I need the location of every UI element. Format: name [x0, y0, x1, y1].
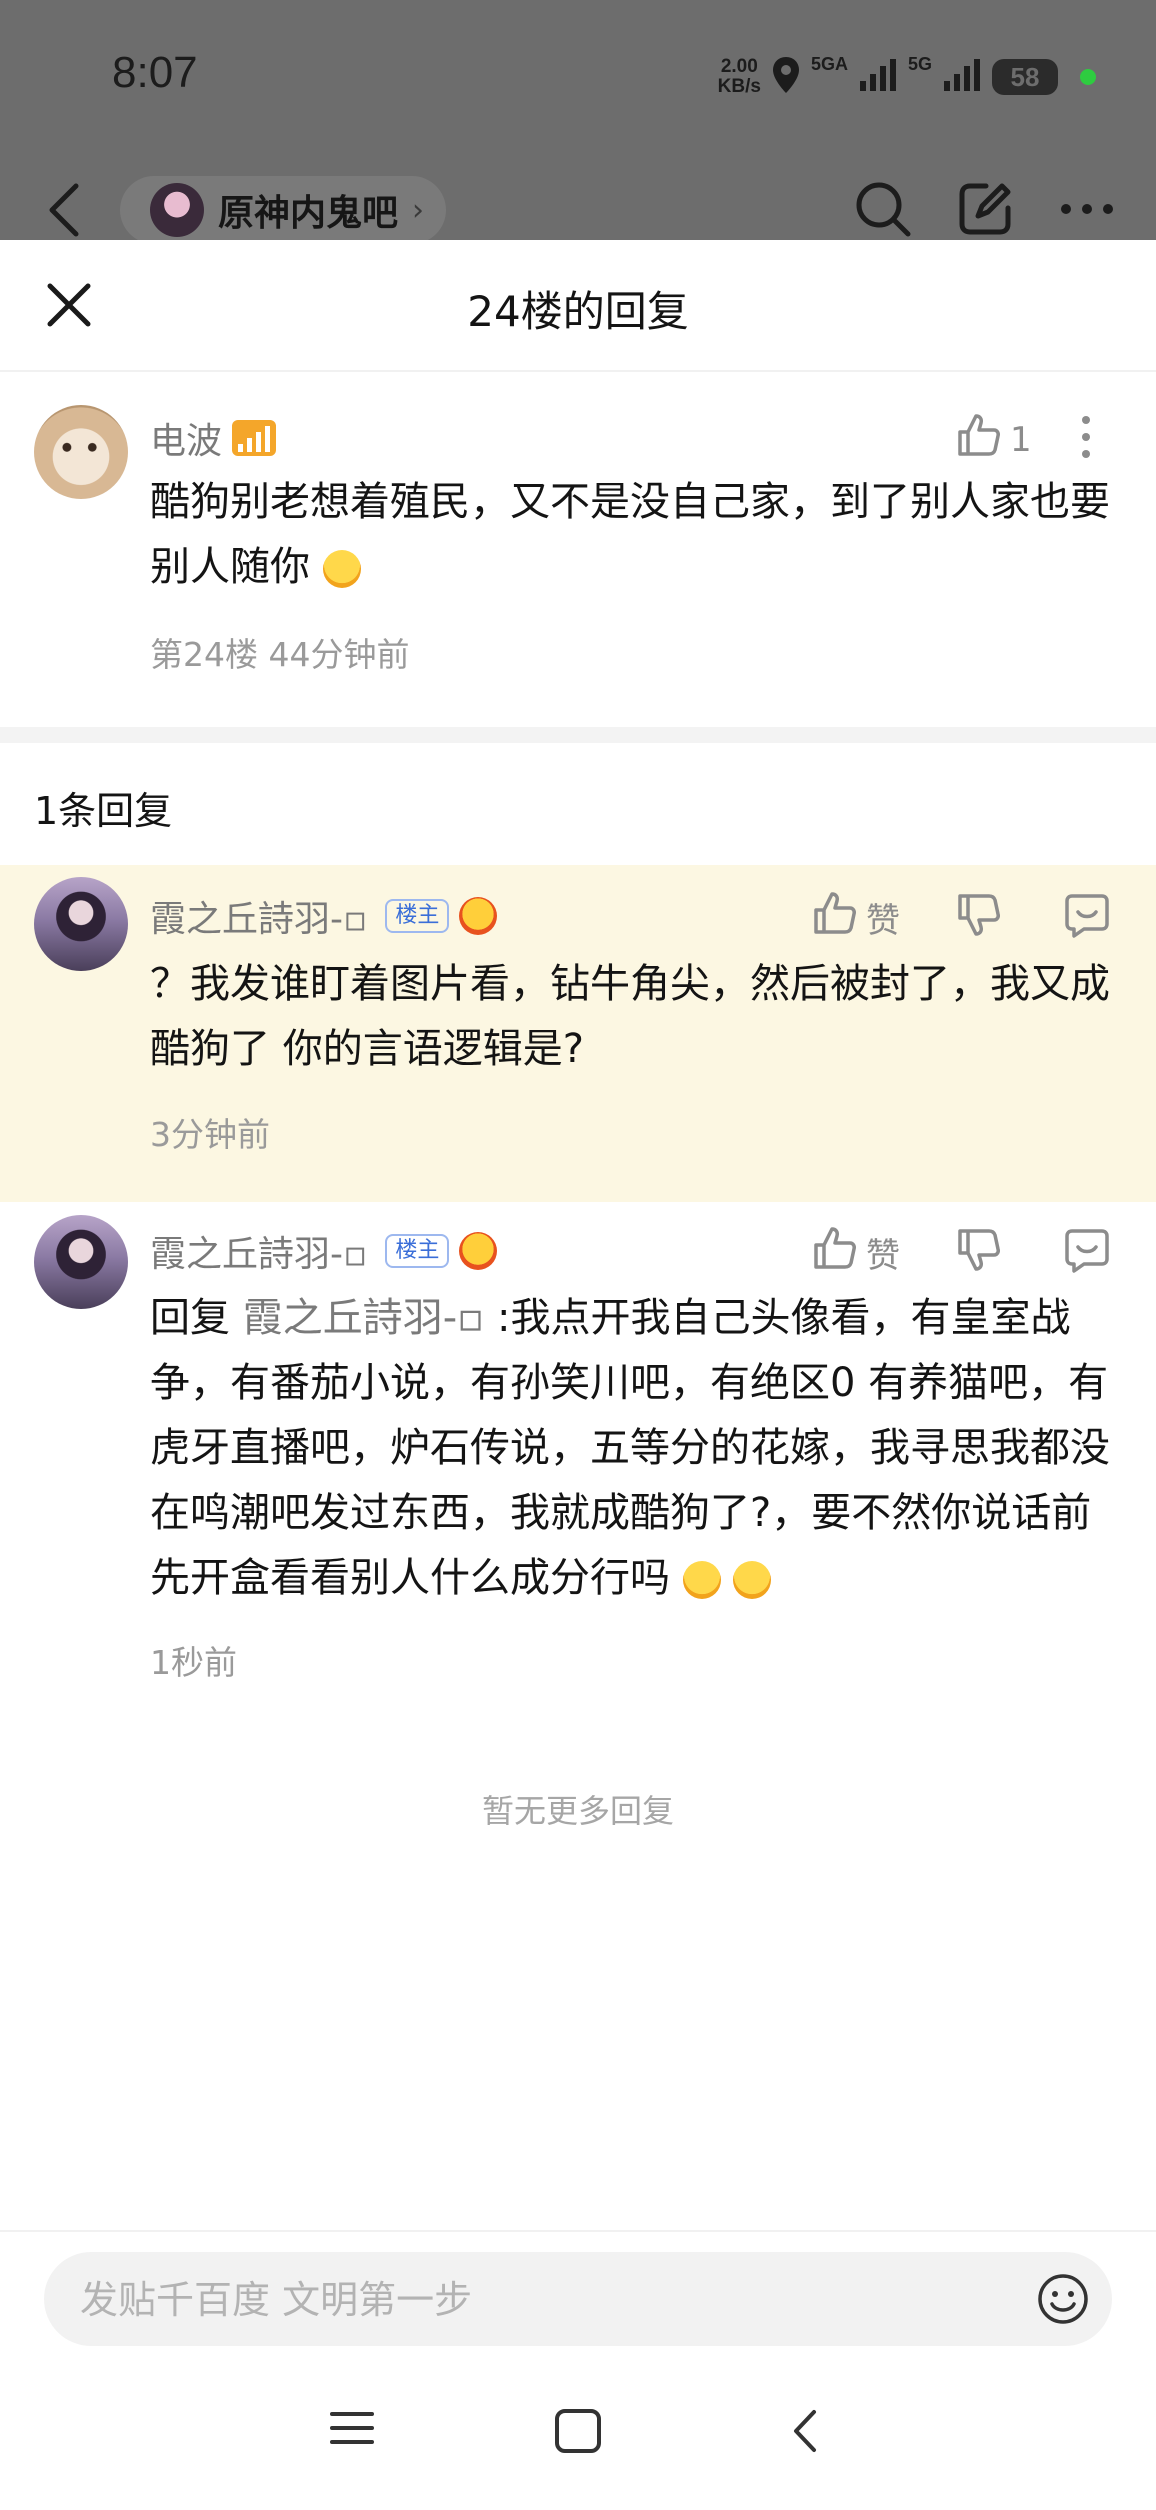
username[interactable]: 霞之丘詩羽-▫: [150, 890, 367, 942]
thumbs-down-icon[interactable]: [956, 1227, 1002, 1277]
back-icon[interactable]: [44, 180, 84, 244]
signal-strength-icon: [942, 57, 982, 97]
network-speed: 2.00 KB/s: [718, 57, 761, 97]
reply-time: 1秒前: [150, 1643, 237, 1682]
system-nav-bar: [0, 2360, 1156, 2510]
like-button[interactable]: 赞: [812, 1225, 900, 1280]
status-time: 8:07: [112, 48, 198, 97]
reply-content: 回复 霞之丘詩羽-▫ :我点开我自己头像看，有皇室战争，有番茄小说，有孙笑川吧，…: [150, 1286, 1130, 1611]
sweat-smile-emoji-icon: [322, 550, 361, 588]
post-content: 酷狗别老想着殖民，又不是没自己家，到了别人家也要别人随你: [150, 470, 1130, 600]
home-icon[interactable]: [554, 2408, 602, 2458]
thumbs-down-icon[interactable]: [956, 892, 1002, 942]
more-vertical-icon[interactable]: [1076, 414, 1096, 464]
reply-sheet: 24楼的回复 电波 1 酷狗别老想着殖民，又不是没自己家，到了别人家也要别人随你…: [0, 240, 1156, 2510]
background-page-overlay: 8:07 2.00 KB/s 5GA 5G 58 原神内鬼吧 ›: [0, 0, 1156, 244]
no-more-replies: 暂无更多回复: [481, 1792, 674, 1830]
menu-icon[interactable]: [330, 2408, 374, 2452]
smirk-emoji-icon: [733, 1561, 772, 1599]
edit-icon[interactable]: [956, 180, 1014, 242]
user-line: 霞之丘詩羽-▫ 楼主: [150, 890, 498, 942]
like-button[interactable]: 赞: [812, 890, 900, 945]
reply-time: 3分钟前: [150, 1115, 270, 1154]
like-count: 1: [1010, 419, 1032, 460]
signal2-label: 5G: [907, 54, 932, 74]
network-speed-value: 2.00: [720, 56, 758, 77]
username[interactable]: 电波: [150, 412, 222, 464]
host-badge: 楼主: [385, 899, 450, 933]
search-icon[interactable]: [854, 180, 912, 242]
avatar[interactable]: [34, 877, 128, 971]
avatar[interactable]: [34, 405, 128, 499]
like-label: 赞: [866, 901, 900, 941]
reply-count-label: 1条回复: [34, 789, 173, 833]
sheet-title: 24楼的回复: [467, 287, 689, 336]
signal-strength-icon: [858, 57, 898, 97]
status-indicators: 2.00 KB/s 5GA 5G 58: [718, 50, 1096, 104]
thumbs-up-icon: [812, 890, 858, 945]
emoji-icon[interactable]: [1036, 2272, 1090, 2330]
username[interactable]: 霞之丘詩羽-▫: [150, 1225, 367, 1277]
comment-input-bar: [0, 2230, 1156, 2372]
section-divider: [0, 727, 1156, 743]
comment-input[interactable]: [78, 2252, 982, 2348]
thumbs-up-icon: [812, 1225, 858, 1280]
more-options-icon[interactable]: [1058, 199, 1116, 223]
reply-bubble-icon[interactable]: [1064, 1227, 1110, 1277]
avatar[interactable]: [34, 1215, 128, 1309]
game-controller-badge-icon: [459, 897, 498, 935]
sweat-smile-emoji-icon: [682, 1561, 721, 1599]
privacy-dot-icon: [1080, 69, 1096, 85]
reply-content: ？我发谁盯着图片看，钻牛角尖，然后被封了，我又成酷狗了 你的言语逻辑是?: [150, 961, 1110, 1072]
forum-name: 原神内鬼吧: [218, 193, 399, 234]
network-speed-unit: KB/s: [717, 76, 761, 97]
nav-icons: [854, 180, 1116, 242]
battery-indicator: 58: [992, 59, 1058, 95]
reply-prefix: 回复: [150, 1295, 243, 1341]
signal-badge-icon: [232, 420, 277, 456]
host-badge: 楼主: [385, 1234, 450, 1268]
comment-input-pill[interactable]: [44, 2252, 1112, 2348]
reply-target-user[interactable]: 霞之丘詩羽-▫: [243, 1295, 485, 1341]
like-button[interactable]: 1: [956, 412, 1032, 467]
user-line: 电波: [150, 412, 277, 464]
thumbs-up-icon: [956, 412, 1002, 467]
sheet-header: 24楼的回复: [0, 240, 1156, 372]
user-line: 霞之丘詩羽-▫ 楼主: [150, 1225, 498, 1277]
location-icon: [771, 55, 801, 99]
back-nav-icon[interactable]: [790, 2408, 820, 2458]
post-content-text: 酷狗别老想着殖民，又不是没自己家，到了别人家也要别人随你: [150, 479, 1110, 590]
floor-meta: 第24楼 44分钟前: [150, 635, 410, 674]
signal1-label: 5GA: [810, 54, 848, 74]
forum-avatar: [150, 183, 204, 237]
reply-bubble-icon[interactable]: [1064, 892, 1110, 942]
forum-chip[interactable]: 原神内鬼吧 ›: [120, 176, 447, 244]
like-label: 赞: [866, 1236, 900, 1276]
game-controller-badge-icon: [459, 1232, 498, 1270]
chevron-right-icon: ›: [412, 192, 425, 228]
